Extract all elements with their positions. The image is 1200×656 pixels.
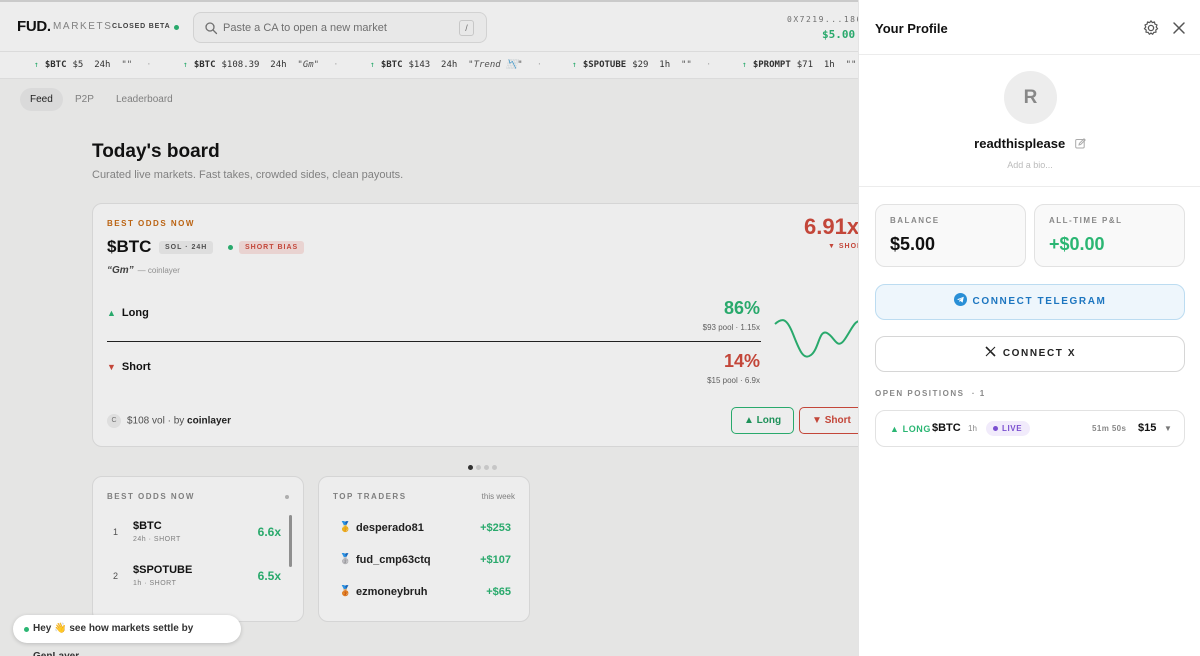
open-positions-heading: OPEN POSITIONS · 1 (875, 389, 986, 398)
divider (859, 186, 1200, 187)
position-side: ▲ LONG (890, 424, 932, 434)
position-timeframe: 1h (968, 424, 977, 433)
position-symbol: $BTC (932, 422, 961, 434)
connect-telegram-button[interactable]: CONNECT TELEGRAM (875, 284, 1185, 320)
position-row[interactable]: ▲ LONG $BTC 1h LIVE 51m 50s $15 ▼ (875, 410, 1185, 447)
pnl-value: +$0.00 (1049, 234, 1105, 254)
pnl-card: ALL-TIME P&L +$0.00 (1034, 204, 1185, 267)
bio-input[interactable]: Add a bio... (859, 160, 1200, 170)
info-toast[interactable]: Hey 👋 see how markets settle by GenLayer (13, 615, 241, 656)
position-amount: $15 (1138, 422, 1157, 434)
close-icon[interactable] (1170, 19, 1188, 37)
gear-icon[interactable] (1142, 19, 1160, 37)
modal-backdrop[interactable] (0, 0, 858, 656)
balance-value: $5.00 (890, 234, 936, 254)
position-time-left: 51m 50s (1092, 424, 1127, 433)
live-badge: LIVE (986, 421, 1031, 436)
connect-x-button[interactable]: CONNECT X (875, 336, 1185, 372)
panel-title: Your Profile (875, 21, 948, 36)
username: readthisplease (859, 136, 1200, 151)
avatar[interactable]: R (1004, 71, 1057, 124)
balance-card: BALANCE $5.00 (875, 204, 1026, 267)
edit-icon[interactable] (1075, 138, 1086, 149)
telegram-icon (953, 293, 967, 306)
chevron-down-icon[interactable]: ▼ (1164, 424, 1172, 433)
x-logo-icon (985, 346, 996, 357)
toast-dot (24, 627, 29, 632)
divider (859, 54, 1200, 55)
profile-panel: Your Profile R readthisplease Add a bio.… (858, 0, 1200, 656)
